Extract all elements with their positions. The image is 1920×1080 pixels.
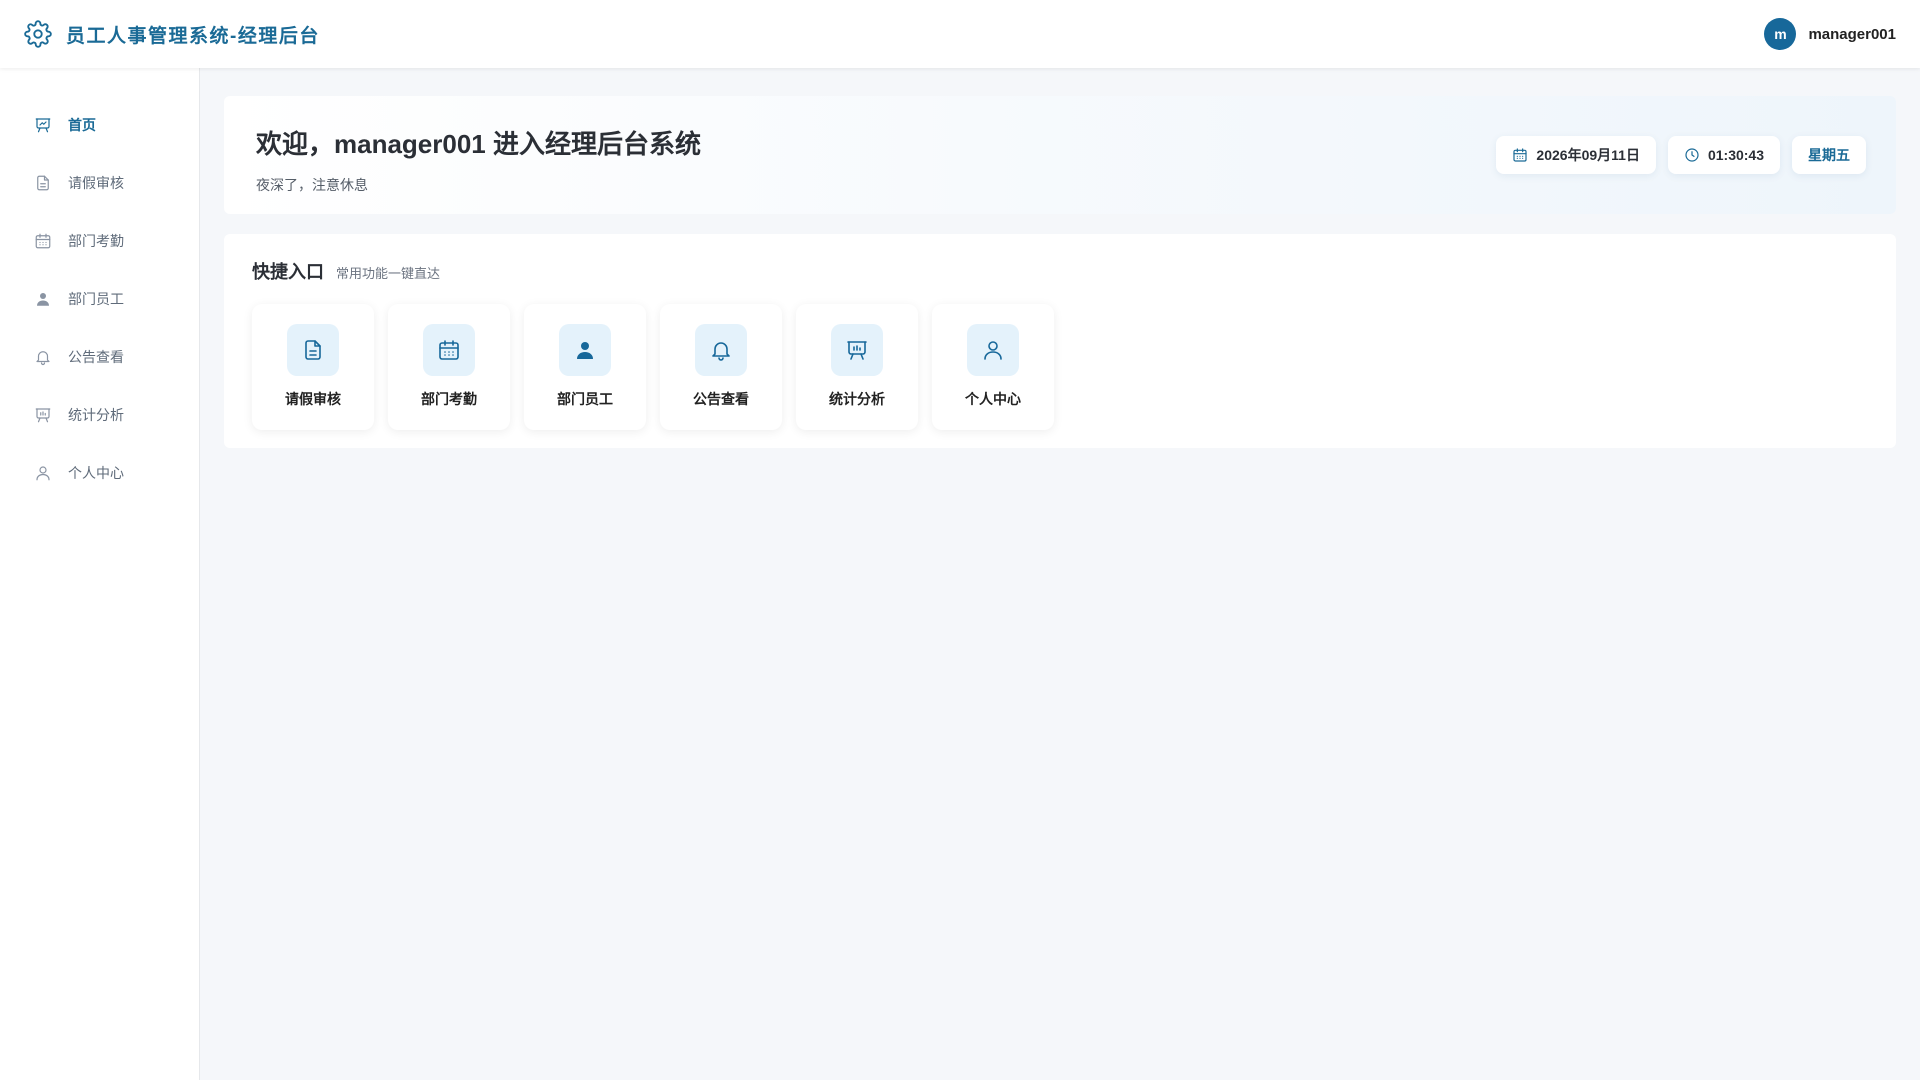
sidebar-item-label: 统计分析 — [68, 407, 124, 423]
quick-tile-label: 请假审核 — [285, 391, 341, 407]
quick-entry-panel: 快捷入口 常用功能一键直达 请假审核 部门考勤 部门员工 公告查看 统计分析 个… — [224, 234, 1896, 448]
user-menu[interactable]: m manager001 — [1764, 18, 1896, 50]
sidebar-item-profile[interactable]: 个人中心 — [0, 444, 199, 502]
welcome-subtitle: 夜深了，注意休息 — [256, 177, 368, 193]
sidebar-item-label: 部门考勤 — [68, 233, 124, 249]
sidebar-item-label: 首页 — [68, 117, 96, 133]
presentation-chart-icon — [831, 324, 883, 376]
quick-tile-label: 个人中心 — [965, 391, 1021, 407]
weekday-text: 星期五 — [1808, 147, 1850, 163]
app-title: 员工人事管理系统-经理后台 — [66, 25, 320, 47]
presentation-chart-icon — [34, 406, 52, 424]
sidebar-item-label: 个人中心 — [68, 465, 124, 481]
calendar-icon — [423, 324, 475, 376]
quick-tile-label: 部门员工 — [557, 391, 613, 407]
time-text: 01:30:43 — [1707, 147, 1764, 163]
quick-tile-announcements[interactable]: 公告查看 — [660, 304, 782, 430]
welcome-banner: 欢迎，manager001 进入经理后台系统 夜深了，注意休息 2026年09月… — [224, 96, 1896, 214]
bell-icon — [695, 324, 747, 376]
sidebar-item-attendance[interactable]: 部门考勤 — [0, 212, 199, 270]
quick-tile-employees[interactable]: 部门员工 — [524, 304, 646, 430]
calendar-icon — [1512, 147, 1528, 163]
date-text: 2026年09月11日 — [1536, 147, 1640, 163]
quick-tile-statistics[interactable]: 统计分析 — [796, 304, 918, 430]
quick-tile-attendance[interactable]: 部门考勤 — [388, 304, 510, 430]
user-outline-icon — [967, 324, 1019, 376]
quick-entry-tiles: 请假审核 部门考勤 部门员工 公告查看 统计分析 个人中心 — [252, 304, 1868, 430]
quick-tile-label: 公告查看 — [693, 391, 749, 407]
sidebar-item-announcements[interactable]: 公告查看 — [0, 328, 199, 386]
top-header: 员工人事管理系统-经理后台 m manager001 — [0, 0, 1920, 68]
username[interactable]: manager001 — [1808, 26, 1896, 43]
sidebar-item-employees[interactable]: 部门员工 — [0, 270, 199, 328]
sidebar-item-statistics[interactable]: 统计分析 — [0, 386, 199, 444]
quick-entry-subtitle: 常用功能一键直达 — [336, 266, 441, 281]
quick-entry-header: 快捷入口 常用功能一键直达 — [252, 258, 1868, 284]
date-chip: 2026年09月11日 — [1496, 136, 1656, 174]
quick-tile-label: 部门考勤 — [421, 391, 477, 407]
quick-tile-label: 统计分析 — [829, 391, 885, 407]
document-icon — [287, 324, 339, 376]
bell-icon — [34, 348, 52, 366]
quick-tile-profile[interactable]: 个人中心 — [932, 304, 1054, 430]
brand: 员工人事管理系统-经理后台 — [24, 20, 320, 48]
clock-icon — [1684, 147, 1700, 163]
datetime-chips: 2026年09月11日 01:30:43 星期五 — [1496, 136, 1866, 174]
gear-icon — [24, 20, 52, 48]
user-solid-icon — [34, 290, 52, 308]
avatar[interactable]: m — [1764, 18, 1797, 50]
time-chip: 01:30:43 — [1667, 136, 1780, 174]
sidebar-item-leave-review[interactable]: 请假审核 — [0, 154, 199, 212]
quick-entry-title: 快捷入口 — [252, 262, 324, 282]
sidebar-item-label: 部门员工 — [68, 291, 124, 307]
sidebar-item-label: 公告查看 — [68, 349, 124, 365]
sidebar-item-home[interactable]: 首页 — [0, 96, 199, 154]
presentation-chart-icon — [34, 116, 52, 134]
sidebar-item-label: 请假审核 — [68, 175, 124, 191]
user-outline-icon — [34, 464, 52, 482]
sidebar: 首页 请假审核 部门考勤 部门员工 公告查看 统计分析 个人中心 — [0, 68, 200, 1080]
quick-tile-leave-review[interactable]: 请假审核 — [252, 304, 374, 430]
user-solid-icon — [559, 324, 611, 376]
document-icon — [34, 174, 52, 192]
calendar-icon — [34, 232, 52, 250]
weekday-chip: 星期五 — [1792, 136, 1866, 174]
